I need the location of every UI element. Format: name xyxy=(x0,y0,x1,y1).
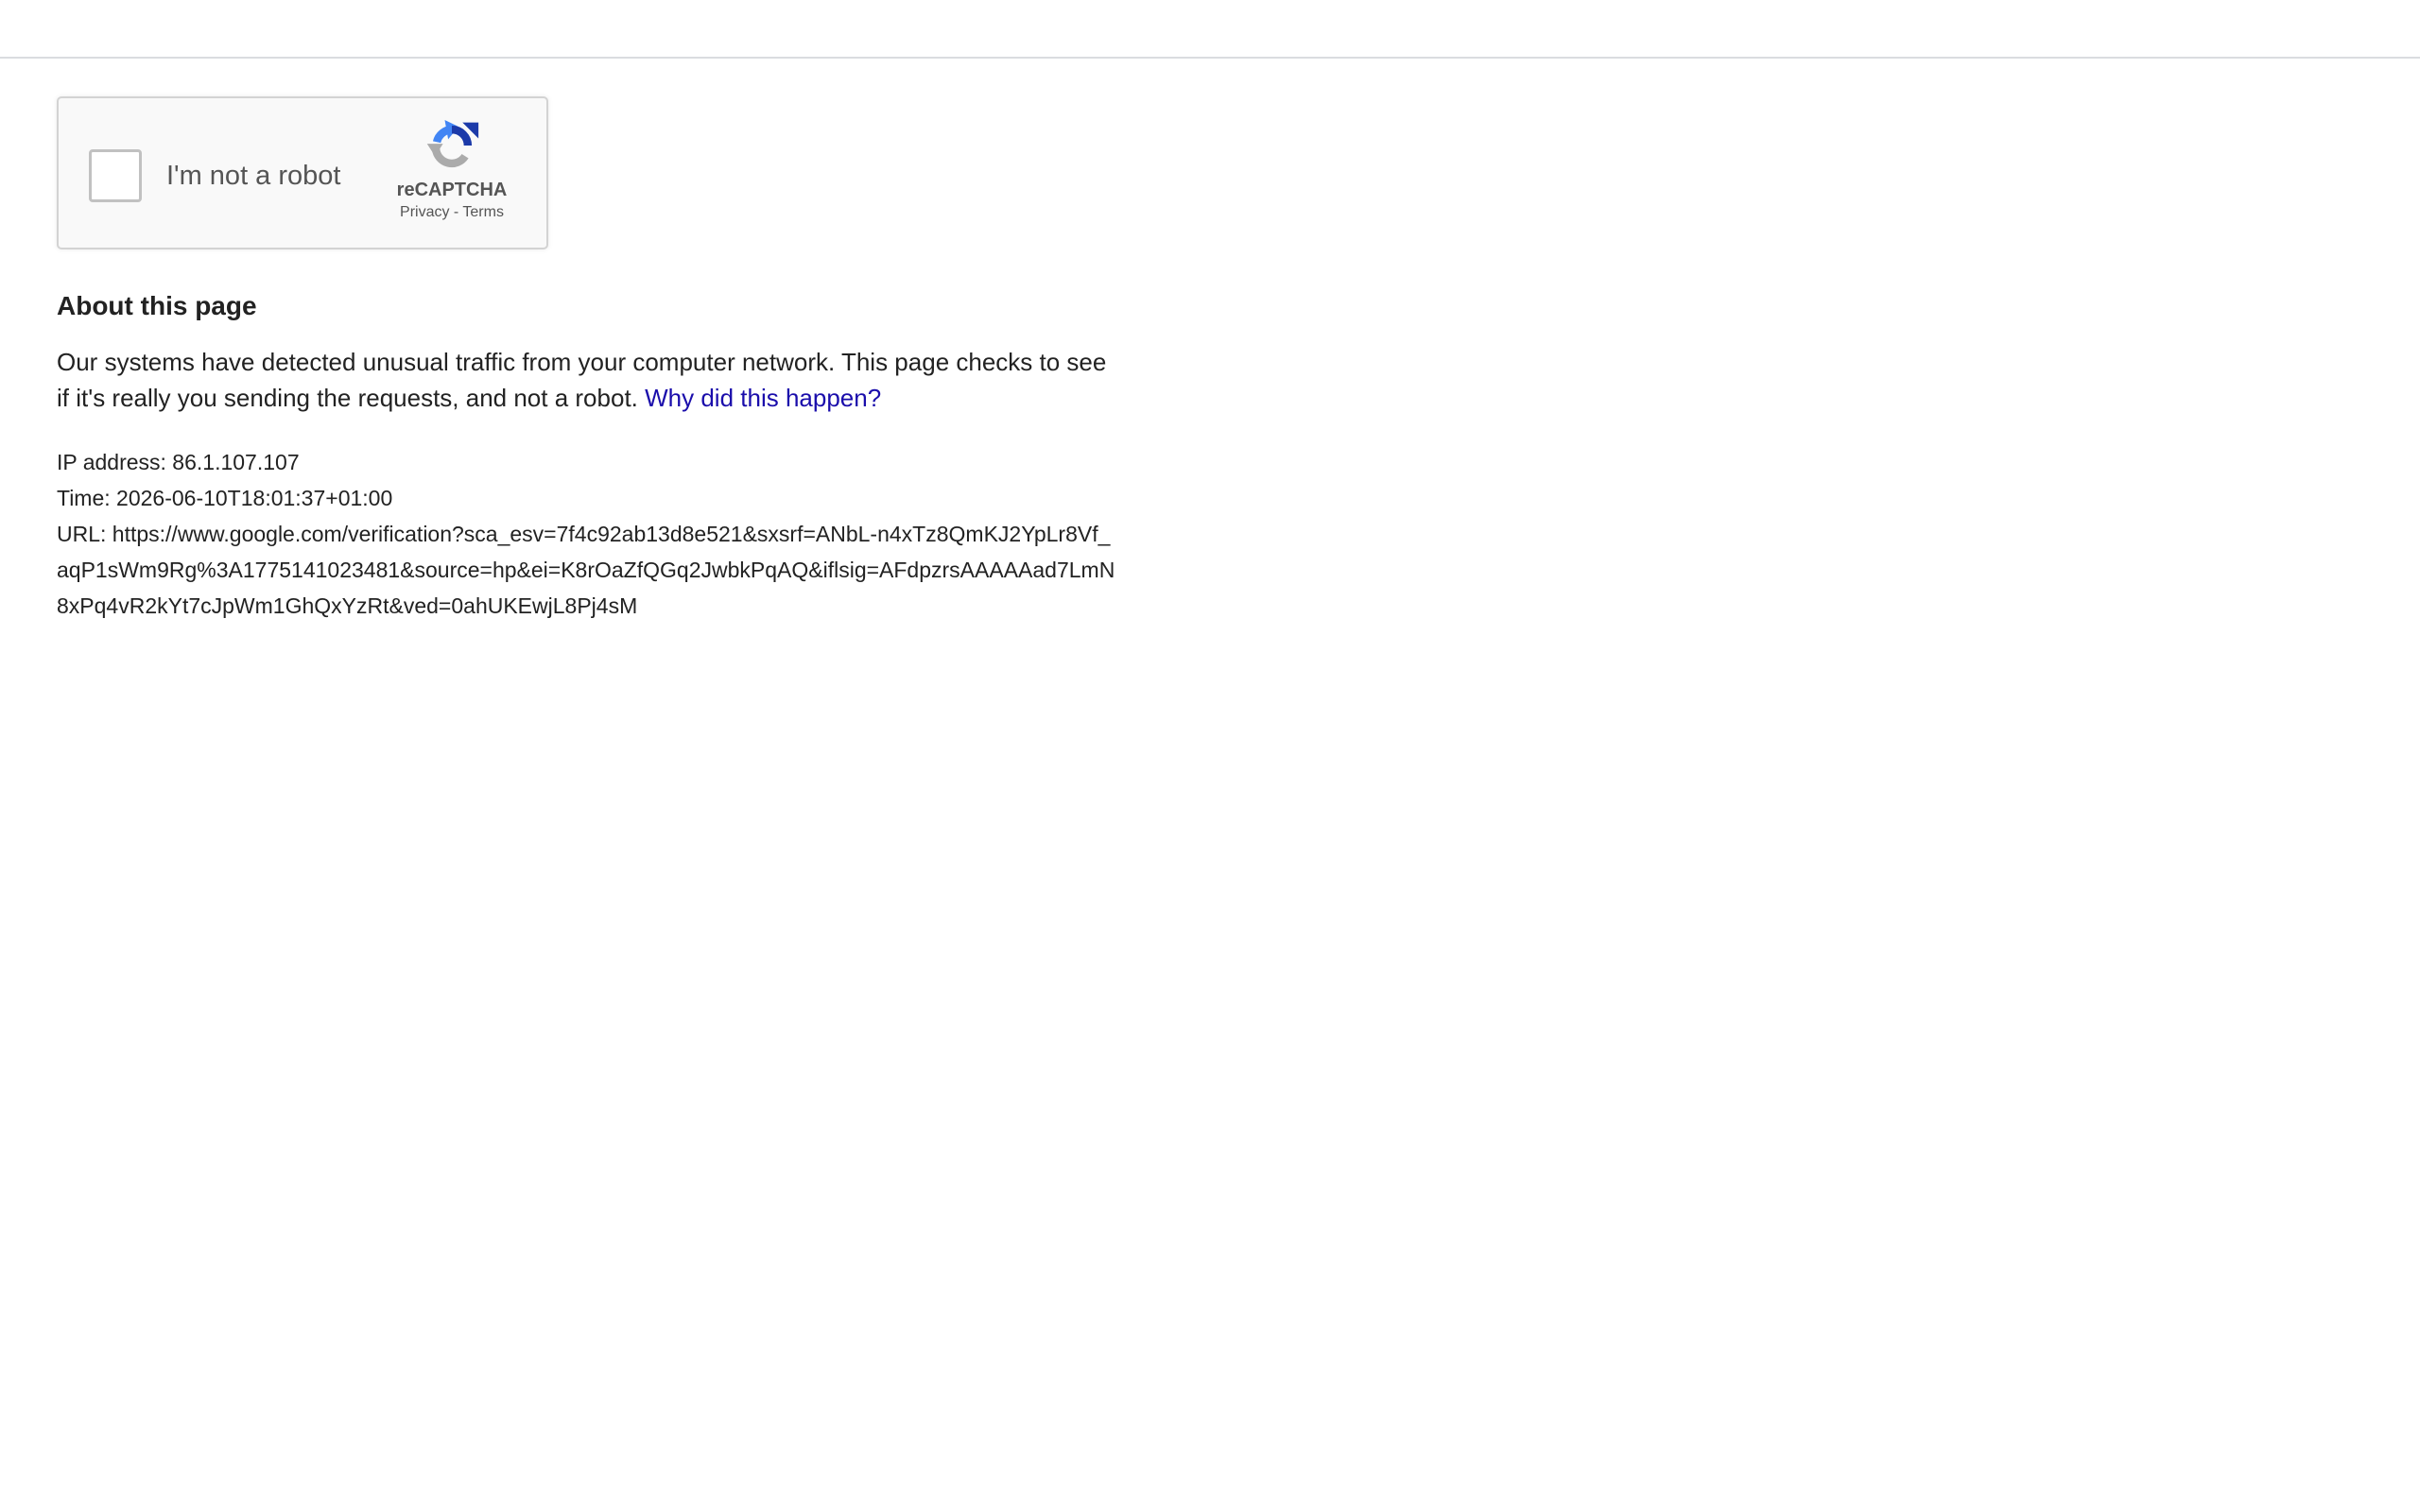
recaptcha-brand-name: reCAPTCHA xyxy=(396,180,508,200)
recaptcha-logo-icon xyxy=(426,120,479,168)
links-separator: - xyxy=(449,204,463,220)
recaptcha-checkbox[interactable] xyxy=(89,149,142,202)
page-content: I'm not a robot reCAPTCHA Privacy - Term… xyxy=(57,96,1115,624)
recaptcha-widget: I'm not a robot reCAPTCHA Privacy - Term… xyxy=(57,96,548,249)
about-title: About this page xyxy=(57,291,257,320)
request-url: URL: https://www.google.com/verification… xyxy=(57,522,1115,618)
recaptcha-brand: reCAPTCHA Privacy - Terms xyxy=(386,117,518,223)
why-did-this-happen-link[interactable]: Why did this happen? xyxy=(645,384,881,412)
request-details: IP address: 86.1.107.107 Time: 2026-06-1… xyxy=(57,444,1115,624)
timestamp: Time: 2026-06-10T18:01:37+01:00 xyxy=(57,486,393,510)
recaptcha-checkbox-label[interactable]: I'm not a robot xyxy=(166,157,340,195)
privacy-link[interactable]: Privacy xyxy=(400,204,449,220)
terms-link[interactable]: Terms xyxy=(462,204,504,220)
top-divider xyxy=(0,57,2420,59)
recaptcha-links: Privacy - Terms xyxy=(386,202,518,223)
ip-address: IP address: 86.1.107.107 xyxy=(57,450,300,474)
about-description: Our systems have detected unusual traffi… xyxy=(57,348,1107,412)
about-text: Our systems have detected unusual traffi… xyxy=(57,344,1115,416)
